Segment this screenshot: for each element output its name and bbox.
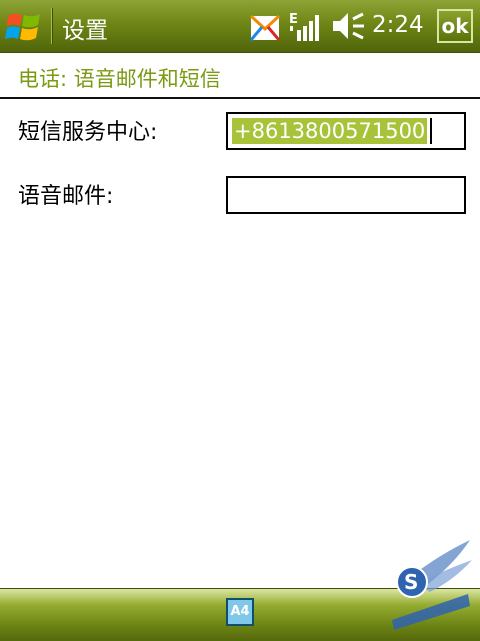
voicemail-label: 语音邮件: [18,184,114,209]
title-bar: 设置 E 2:24 ok [0,0,480,53]
text-caret [430,118,432,144]
clock[interactable]: 2:24 [372,12,424,38]
svg-text:S: S [404,570,418,594]
title-separator [51,8,52,44]
speaker-volume-icon[interactable] [330,10,366,42]
sms-center-label: 短信服务中心: [18,120,158,145]
signal-strength-icon[interactable]: E [288,9,322,43]
svg-text:E: E [289,12,298,27]
page-title: 电话: 语音邮件和短信 [18,67,221,91]
sms-center-field[interactable]: +8613800571500 [226,112,466,150]
windows-start-icon[interactable] [4,8,46,46]
app-title: 设置 [62,18,108,44]
voicemail-field[interactable] [226,176,466,214]
sms-center-value[interactable]: +8613800571500 [232,118,428,144]
header-divider [0,97,480,99]
ok-button[interactable]: ok [437,9,473,43]
input-panel-button[interactable]: A4 [226,598,254,626]
watermark-logo: S [392,540,472,630]
notification-message-icon[interactable] [250,12,280,42]
